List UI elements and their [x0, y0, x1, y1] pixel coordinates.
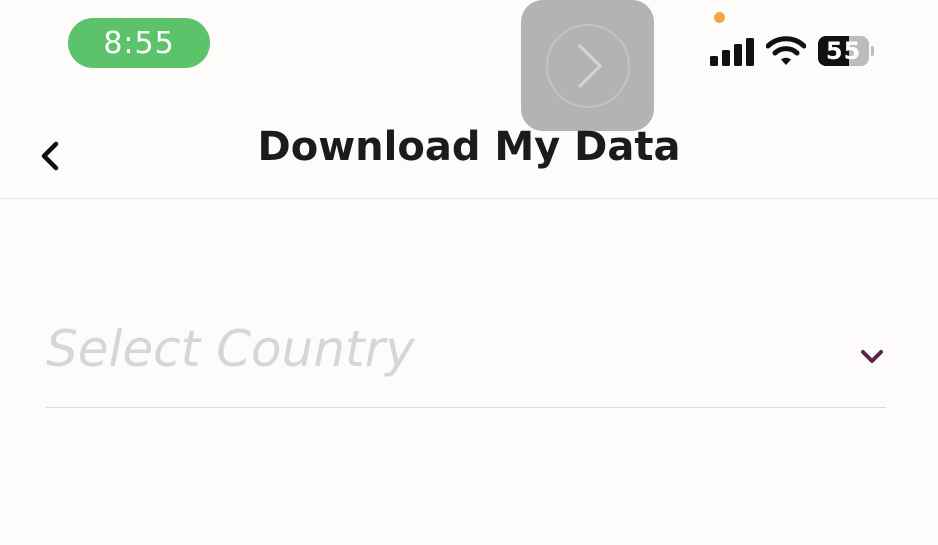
cellular-signal-icon: [710, 38, 754, 66]
chevron-down-icon: [861, 350, 883, 363]
country-select-placeholder: Select Country: [46, 320, 415, 378]
wifi-icon: [766, 36, 806, 65]
page-title: Download My Data: [257, 124, 681, 170]
battery-level: 55: [825, 37, 862, 65]
country-select[interactable]: Select Country: [46, 316, 886, 408]
battery-icon: 55: [818, 36, 870, 66]
status-time-label: 8:55: [103, 25, 175, 61]
privacy-indicator-dot: [714, 12, 725, 23]
chevron-right-icon: [545, 23, 630, 108]
battery-indicator: 55: [818, 36, 874, 66]
header-divider: [0, 198, 938, 199]
floating-next-button[interactable]: [521, 0, 654, 131]
status-time: 8:55: [68, 18, 210, 68]
